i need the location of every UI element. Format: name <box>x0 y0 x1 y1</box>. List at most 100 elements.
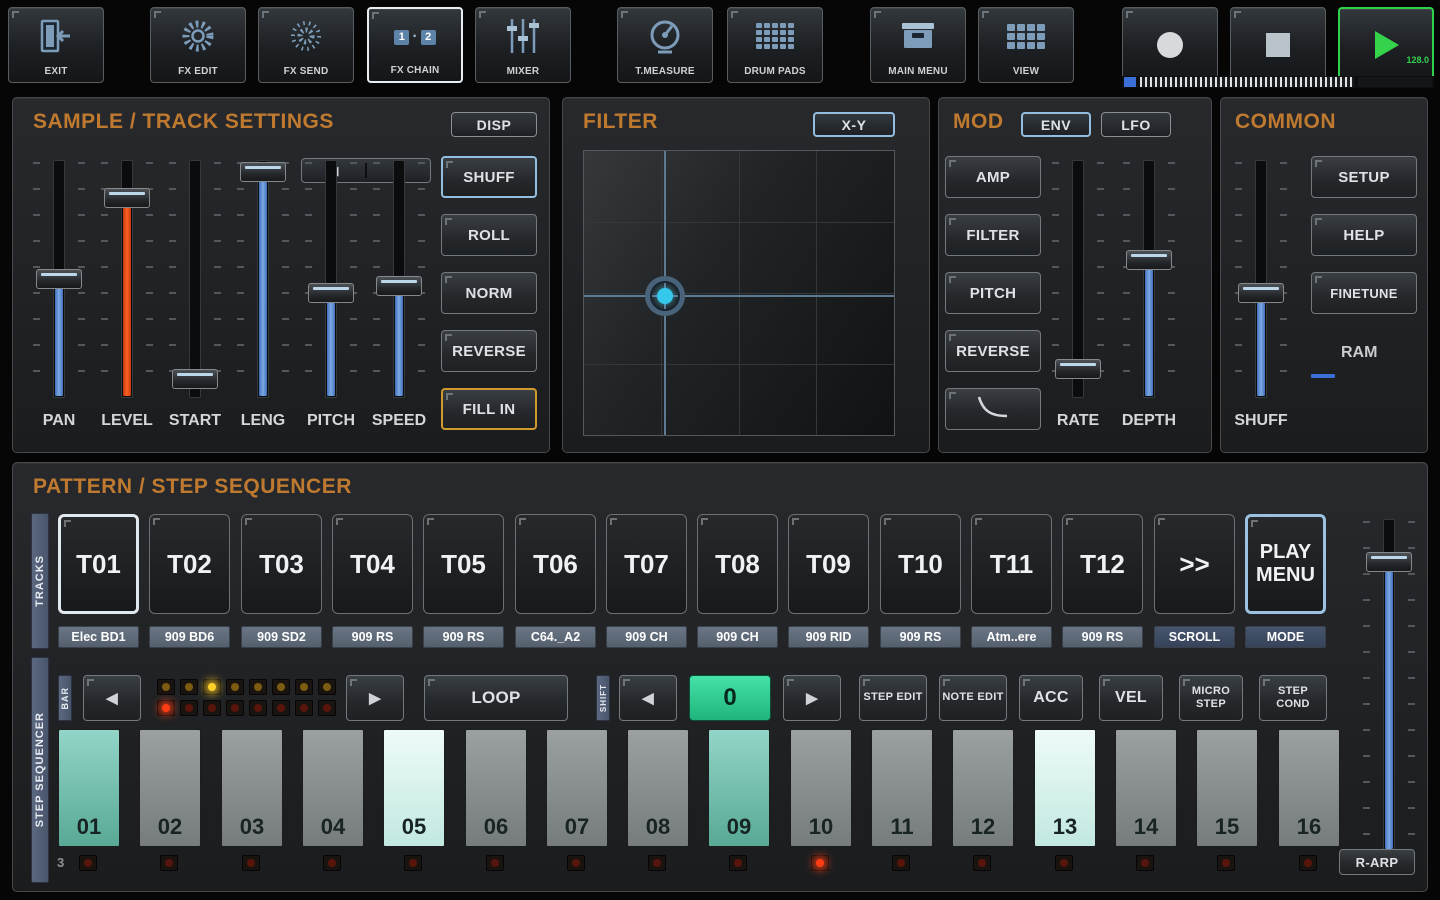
env-button[interactable]: ENV <box>1021 112 1091 137</box>
finetune-button[interactable]: FINETUNE <box>1311 272 1417 314</box>
step-03[interactable]: 03 <box>221 729 283 847</box>
progress-cursor[interactable] <box>1124 77 1136 87</box>
depth-slider[interactable] <box>1121 160 1177 398</box>
step-05[interactable]: 05 <box>383 729 445 847</box>
scroll-label[interactable]: SCROLL <box>1154 626 1235 648</box>
track-sample-label[interactable]: 909 BD6 <box>149 626 230 648</box>
r-arp-button[interactable]: R-ARP <box>1339 849 1415 875</box>
step-15[interactable]: 15 <box>1196 729 1258 847</box>
stop-button[interactable] <box>1230 7 1326 83</box>
reverse-button[interactable]: REVERSE <box>441 330 537 372</box>
step-01[interactable]: 01 <box>58 729 120 847</box>
toolbar-mixer-button[interactable]: MIXER <box>475 7 571 83</box>
step-08[interactable]: 08 <box>627 729 689 847</box>
mode-label[interactable]: MODE <box>1245 626 1326 648</box>
note-edit-button[interactable]: NOTE EDIT <box>939 675 1007 721</box>
play-menu-tile[interactable]: PLAY MENU <box>1245 514 1326 614</box>
slider-handle[interactable] <box>1238 283 1284 303</box>
micro-step-button[interactable]: MICRO STEP <box>1179 675 1243 721</box>
rate-slider[interactable] <box>1050 160 1106 398</box>
track-tile-t08[interactable]: T08 <box>697 514 778 614</box>
env-curve-button[interactable] <box>945 388 1041 430</box>
toolbar-main-menu-button[interactable]: MAIN MENU <box>870 7 966 83</box>
track-sample-label[interactable]: 909 RS <box>423 626 504 648</box>
xy-mode-button[interactable]: X-Y <box>813 112 895 137</box>
toolbar-drum-pads-button[interactable]: DRUM PADS <box>727 7 823 83</box>
track-tile-t02[interactable]: T02 <box>149 514 230 614</box>
step-edit-button[interactable]: STEP EDIT <box>859 675 927 721</box>
step-14[interactable]: 14 <box>1115 729 1177 847</box>
shift-value-display[interactable]: 0 <box>689 675 771 721</box>
filter-mod-button[interactable]: FILTER <box>945 214 1041 256</box>
start-slider[interactable] <box>167 160 223 398</box>
track-tile-t06[interactable]: T06 <box>515 514 596 614</box>
track-tile-t09[interactable]: T09 <box>788 514 869 614</box>
setup-button[interactable]: SETUP <box>1311 156 1417 198</box>
track-sample-label[interactable]: 909 CH <box>697 626 778 648</box>
xy-filter-pad[interactable] <box>583 150 895 436</box>
lfo-button[interactable]: LFO <box>1101 112 1171 137</box>
step-06[interactable]: 06 <box>465 729 527 847</box>
pitch-mod-button[interactable]: PITCH <box>945 272 1041 314</box>
slider-handle[interactable] <box>104 188 150 208</box>
track-sample-label[interactable]: 909 RS <box>1062 626 1143 648</box>
disp-button[interactable]: DISP <box>451 112 537 137</box>
slider-handle[interactable] <box>1055 359 1101 379</box>
track-tile-t11[interactable]: T11 <box>971 514 1052 614</box>
slider-handle[interactable] <box>36 269 82 289</box>
leng-slider[interactable] <box>235 160 291 398</box>
track-tile-t03[interactable]: T03 <box>241 514 322 614</box>
track-tile-t04[interactable]: T04 <box>332 514 413 614</box>
track-level-slider[interactable] <box>1361 519 1417 851</box>
track-tile-t12[interactable]: T12 <box>1062 514 1143 614</box>
play-button[interactable]: 128.0 <box>1338 7 1434 83</box>
toolbar-fx-chain-button[interactable]: 1 · 2 FX CHAIN <box>367 7 463 83</box>
level-slider[interactable] <box>99 160 155 398</box>
amp-mod-button[interactable]: AMP <box>945 156 1041 198</box>
shuff-button[interactable]: SHUFF <box>441 156 537 198</box>
toolbar-t-measure-button[interactable]: T.MEASURE <box>617 7 713 83</box>
step-07[interactable]: 07 <box>546 729 608 847</box>
step-11[interactable]: 11 <box>871 729 933 847</box>
step-02[interactable]: 02 <box>139 729 201 847</box>
track-sample-label[interactable]: 909 RID <box>788 626 869 648</box>
shuff-slider[interactable] <box>1233 160 1289 398</box>
slider-handle[interactable] <box>240 162 286 182</box>
shift-next-button[interactable]: ▶ <box>783 675 841 721</box>
loop-button[interactable]: LOOP <box>424 675 568 721</box>
toolbar-exit-button[interactable]: EXIT <box>8 7 104 83</box>
slider-handle[interactable] <box>172 369 218 389</box>
speed-slider[interactable] <box>371 160 427 398</box>
toolbar-fx-send-button[interactable]: FX SEND <box>258 7 354 83</box>
toolbar-fx-edit-button[interactable]: FX EDIT <box>150 7 246 83</box>
step-09[interactable]: 09 <box>708 729 770 847</box>
step-13[interactable]: 13 <box>1034 729 1096 847</box>
track-sample-label[interactable]: C64._A2 <box>515 626 596 648</box>
fill-in-button[interactable]: FILL IN <box>441 388 537 430</box>
acc-button[interactable]: ACC <box>1019 675 1083 721</box>
toolbar-view-button[interactable]: VIEW <box>978 7 1074 83</box>
slider-handle[interactable] <box>376 276 422 296</box>
track-sample-label[interactable]: Elec BD1 <box>58 626 139 648</box>
slider-handle[interactable] <box>308 283 354 303</box>
shift-prev-button[interactable]: ◀ <box>619 675 677 721</box>
pan-slider[interactable] <box>31 160 87 398</box>
track-sample-label[interactable]: 909 RS <box>332 626 413 648</box>
track-sample-label[interactable]: Atm..ere <box>971 626 1052 648</box>
track-sample-label[interactable]: 909 CH <box>606 626 687 648</box>
bar-prev-button[interactable]: ◀ <box>83 675 141 721</box>
record-button[interactable] <box>1122 7 1218 83</box>
xy-cursor[interactable] <box>644 275 685 316</box>
track-sample-label[interactable]: 909 RS <box>880 626 961 648</box>
roll-button[interactable]: ROLL <box>441 214 537 256</box>
step-12[interactable]: 12 <box>952 729 1014 847</box>
slider-handle[interactable] <box>1366 552 1412 572</box>
track-tile-t07[interactable]: T07 <box>606 514 687 614</box>
scroll-tile[interactable]: >> <box>1154 514 1235 614</box>
slider-handle[interactable] <box>1126 250 1172 270</box>
track-tile-t10[interactable]: T10 <box>880 514 961 614</box>
track-tile-t05[interactable]: T05 <box>423 514 504 614</box>
track-sample-label[interactable]: 909 SD2 <box>241 626 322 648</box>
reverse-mod-button[interactable]: REVERSE <box>945 330 1041 372</box>
step-04[interactable]: 04 <box>302 729 364 847</box>
